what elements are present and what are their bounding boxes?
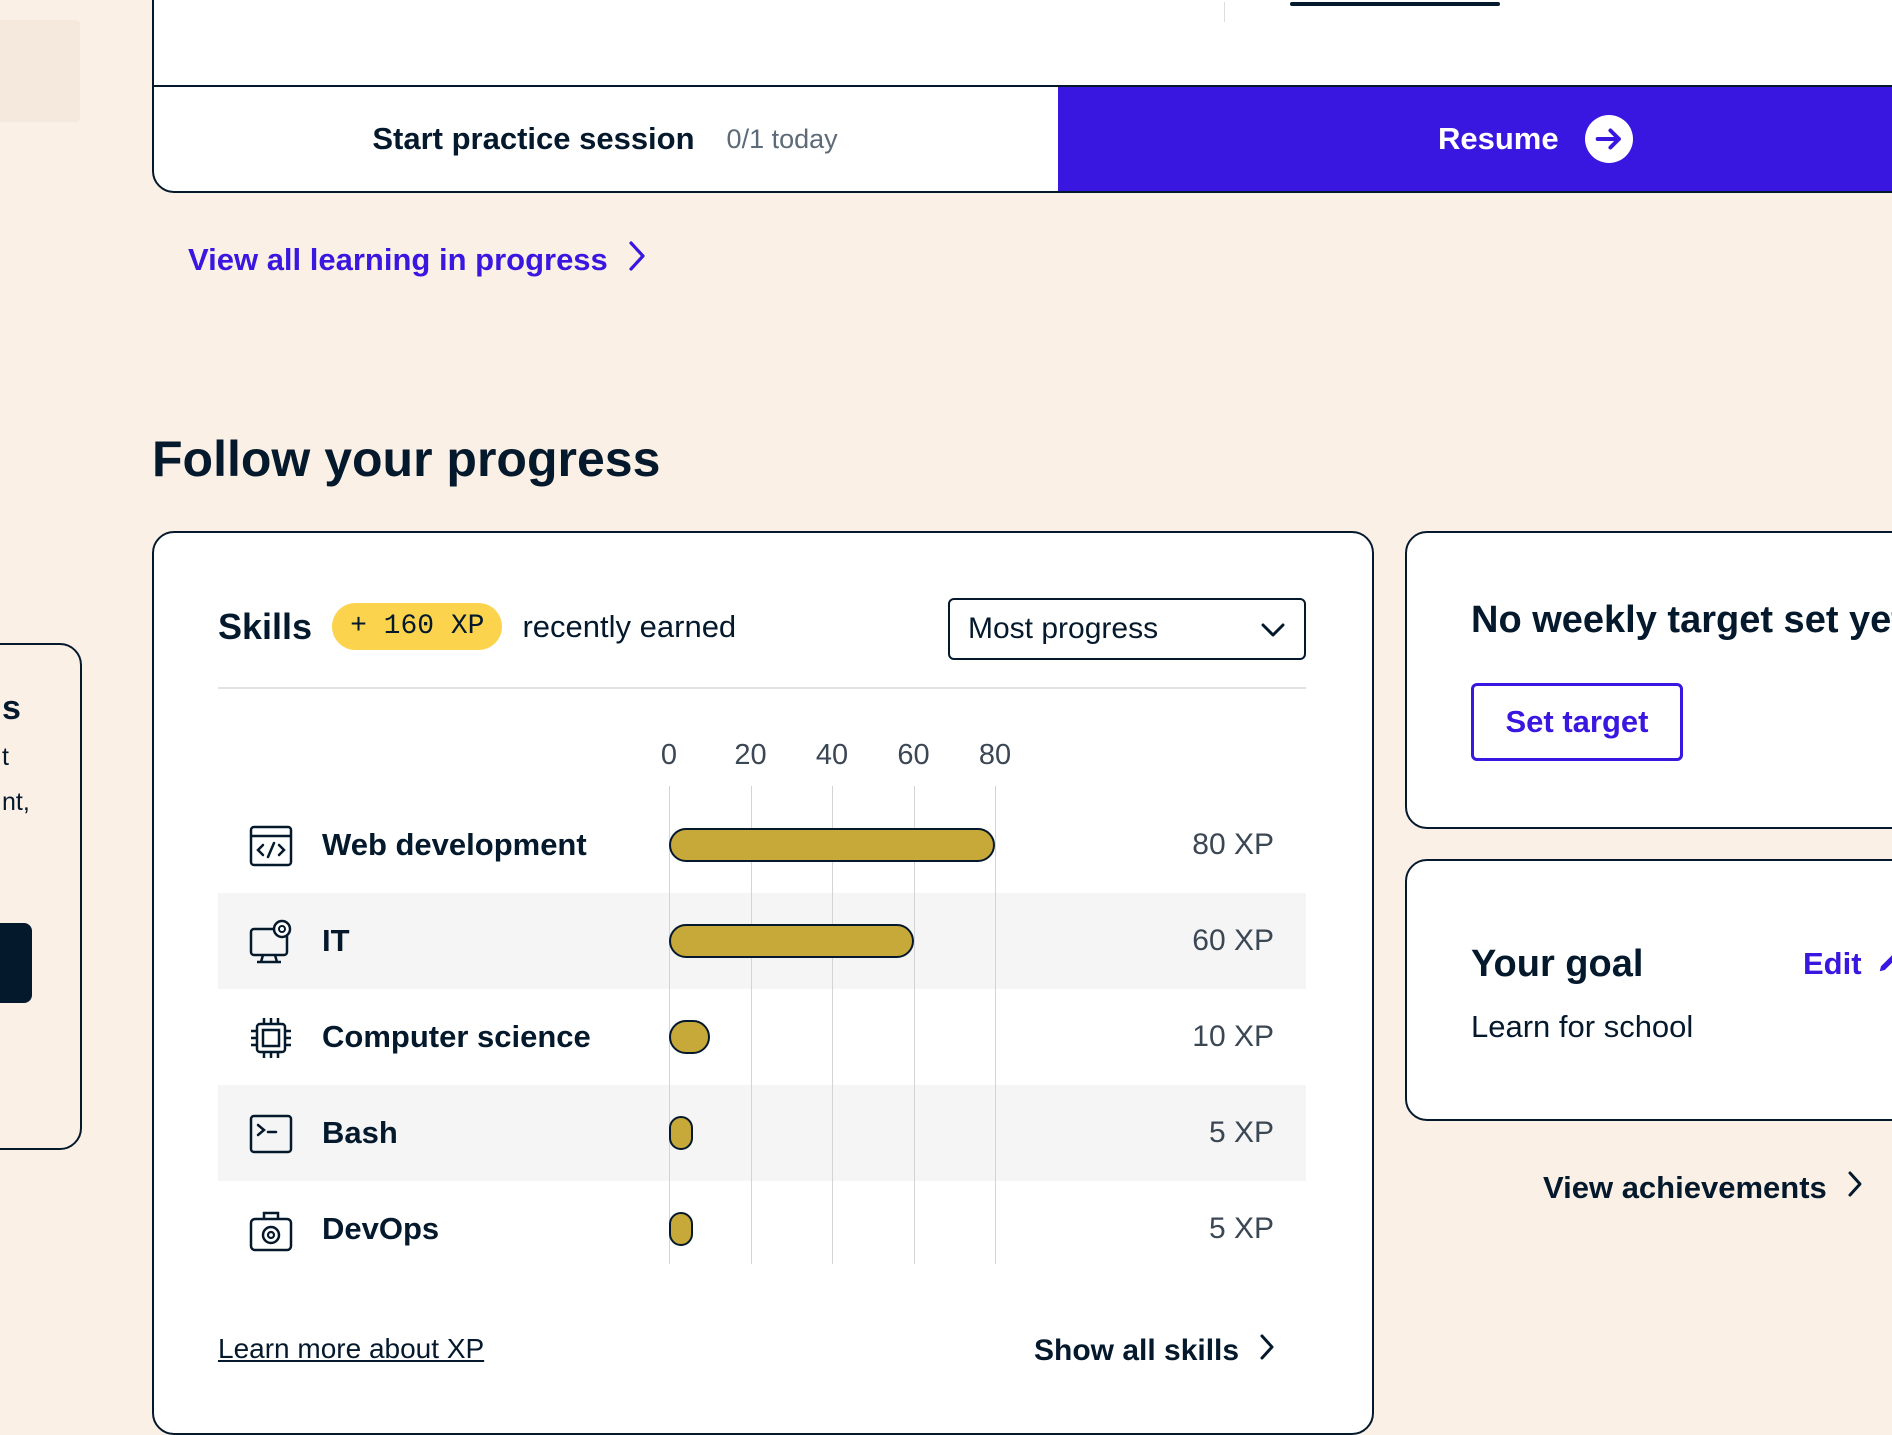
chip-icon xyxy=(251,1018,291,1058)
show-all-skills-link[interactable]: Show all skills xyxy=(1034,1333,1275,1369)
skill-xp-value: 60 XP xyxy=(1192,924,1274,957)
practice-label: Start practice session xyxy=(372,121,695,156)
monitor-gear-icon xyxy=(249,919,292,964)
grid-line xyxy=(995,786,996,1264)
x-tick-label: 40 xyxy=(815,739,849,771)
skill-name: Web development xyxy=(322,827,587,862)
view-achievements-label: View achievements xyxy=(1543,1170,1827,1205)
goal-description: Learn for school xyxy=(1471,1009,1694,1044)
code-window-icon xyxy=(249,825,293,867)
chevron-right-icon xyxy=(1847,1170,1863,1206)
sidebar-card: s t nt, xyxy=(0,643,82,1150)
x-tick-label: 0 xyxy=(660,739,678,771)
goal-title: Your goal xyxy=(1471,943,1644,985)
edit-label: Edit xyxy=(1803,946,1862,981)
skill-name: Computer science xyxy=(322,1019,591,1054)
skills-chart: 0 20 40 60 80 Web development 80 XP IT 60 XP Comp… xyxy=(154,533,1372,1433)
learn-more-xp-link[interactable]: Learn more about XP xyxy=(218,1333,484,1365)
weekly-target-title: No weekly target set yet xyxy=(1471,599,1892,641)
skill-bar xyxy=(669,1020,710,1054)
view-achievements-link[interactable]: View achievements xyxy=(1543,1170,1863,1206)
sidebar-card-button[interactable] xyxy=(0,923,32,1003)
divider xyxy=(1224,2,1225,22)
practice-count: 0/1 today xyxy=(726,123,838,154)
skill-xp-value: 5 XP xyxy=(1208,1116,1274,1149)
resume-button[interactable]: Resume xyxy=(1058,87,1892,191)
view-all-learning-link[interactable]: View all learning in progress xyxy=(188,240,646,280)
set-target-button[interactable]: Set target xyxy=(1471,683,1683,761)
edit-goal-button[interactable]: Edit xyxy=(1803,945,1892,983)
skill-name: IT xyxy=(322,923,350,958)
x-tick-label: 20 xyxy=(734,739,767,771)
x-tick-label: 60 xyxy=(897,739,930,771)
resume-label: Resume xyxy=(1438,121,1559,156)
skill-bar xyxy=(669,1116,693,1150)
chevron-right-icon xyxy=(628,240,646,280)
pencil-icon xyxy=(1876,945,1892,983)
skill-bar xyxy=(669,828,995,862)
start-practice-button[interactable]: Start practice session 0/1 today xyxy=(154,87,1056,191)
skill-row[interactable]: Computer science 10 XP xyxy=(218,989,1306,1085)
sidebar-card-text-fragment: nt, xyxy=(2,788,30,816)
skill-bar xyxy=(669,1212,693,1246)
sidebar-card-title-fragment: s xyxy=(2,689,21,727)
chevron-right-icon xyxy=(1259,1333,1275,1369)
terminal-icon xyxy=(249,1114,293,1154)
sidebar-card-text-fragment: t xyxy=(2,743,9,771)
skill-row[interactable]: Bash 5 XP xyxy=(218,1085,1306,1181)
weekly-target-card: No weekly target set yet Set target xyxy=(1405,531,1892,829)
show-all-label: Show all skills xyxy=(1034,1334,1240,1367)
section-title: Follow your progress xyxy=(152,431,661,487)
skill-xp-value: 80 XP xyxy=(1192,828,1274,861)
skill-xp-value: 10 XP xyxy=(1192,1020,1274,1053)
skill-bar xyxy=(669,924,914,958)
skills-card: Skills + 160 XP recently earned Most pro… xyxy=(152,531,1374,1435)
x-tick-label: 80 xyxy=(978,739,1012,771)
skill-xp-value: 5 XP xyxy=(1208,1212,1274,1245)
sidebar-block xyxy=(0,20,80,122)
skill-row[interactable]: DevOps 5 XP xyxy=(218,1181,1306,1277)
grid-line xyxy=(669,786,670,1264)
skill-name: Bash xyxy=(322,1115,398,1150)
goal-card: Your goal Edit Learn for school xyxy=(1405,859,1892,1121)
toolbox-gear-icon xyxy=(249,1211,293,1252)
learning-card: Start practice session 0/1 today Resume xyxy=(152,0,1892,193)
arrow-right-icon xyxy=(1584,115,1633,163)
skill-name: DevOps xyxy=(322,1211,440,1246)
view-all-label: View all learning in progress xyxy=(188,242,608,277)
progress-indicator xyxy=(1290,2,1500,6)
